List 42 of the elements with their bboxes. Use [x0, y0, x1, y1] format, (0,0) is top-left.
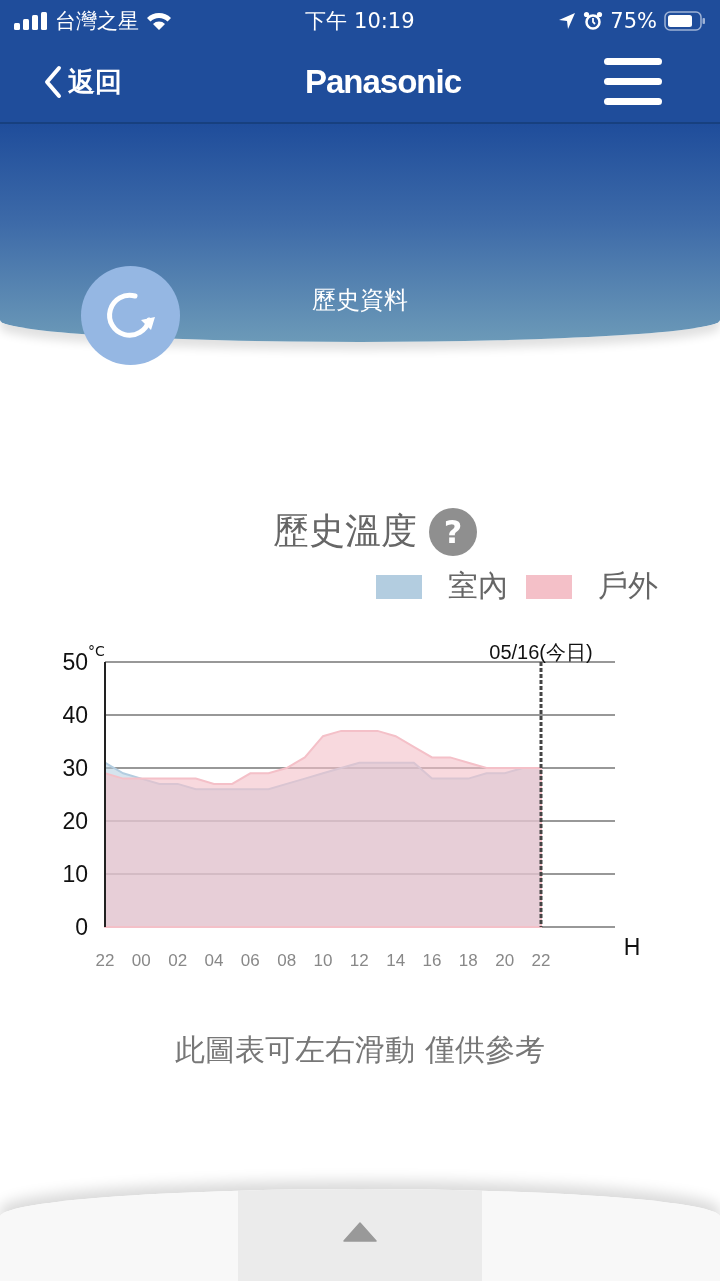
battery-icon [664, 11, 706, 31]
y-tick-label: 40 [62, 702, 88, 728]
today-label: 05/16(今日) [489, 641, 593, 663]
x-tick-label: 22 [531, 951, 551, 970]
y-tick-label: 20 [62, 808, 88, 834]
brand-logo: Panasonic [304, 63, 462, 101]
y-tick-label: 30 [62, 755, 88, 781]
caret-up-icon [343, 1222, 377, 1242]
x-tick-label: 08 [277, 951, 297, 970]
x-tick-label: 22 [95, 951, 115, 970]
legend-label: 戶外 [598, 567, 658, 605]
y-axis-unit: °C [88, 643, 105, 659]
chart-title: 歷史溫度 [273, 509, 417, 553]
menu-button[interactable] [604, 58, 662, 106]
x-tick-label: 18 [458, 951, 478, 970]
y-tick-label: 10 [62, 861, 88, 887]
back-button[interactable]: 返回 [44, 64, 122, 100]
clock-time: 下午 10:19 [305, 8, 415, 35]
chevron-left-icon [44, 65, 62, 99]
y-tick-label: 0 [75, 914, 88, 940]
x-tick-label: 12 [349, 951, 369, 970]
menu-icon [604, 58, 662, 106]
x-tick-label: 06 [240, 951, 260, 970]
page-title: 歷史資料 [312, 285, 408, 316]
signal-icon [14, 12, 48, 30]
location-arrow-icon [558, 12, 577, 30]
x-tick-label: 10 [313, 951, 333, 970]
alarm-clock-icon [583, 11, 604, 31]
x-tick-label: 00 [131, 951, 151, 970]
chart-note: 此圖表可左右滑動 僅供參考 [175, 1031, 545, 1069]
x-tick-label: 04 [204, 951, 224, 970]
y-tick-label: 50 [62, 649, 88, 675]
x-tick-label: 16 [422, 951, 442, 970]
legend-label: 室內 [448, 567, 508, 605]
x-axis-label: H [623, 934, 641, 960]
wifi-icon [146, 11, 172, 31]
x-tick-label: 20 [495, 951, 515, 970]
expand-button[interactable] [343, 1219, 377, 1245]
carrier-name: 台灣之星 [55, 8, 139, 35]
battery-percent: 75% [610, 9, 657, 33]
x-tick-label: 02 [168, 951, 188, 970]
x-tick-label: 14 [386, 951, 406, 970]
